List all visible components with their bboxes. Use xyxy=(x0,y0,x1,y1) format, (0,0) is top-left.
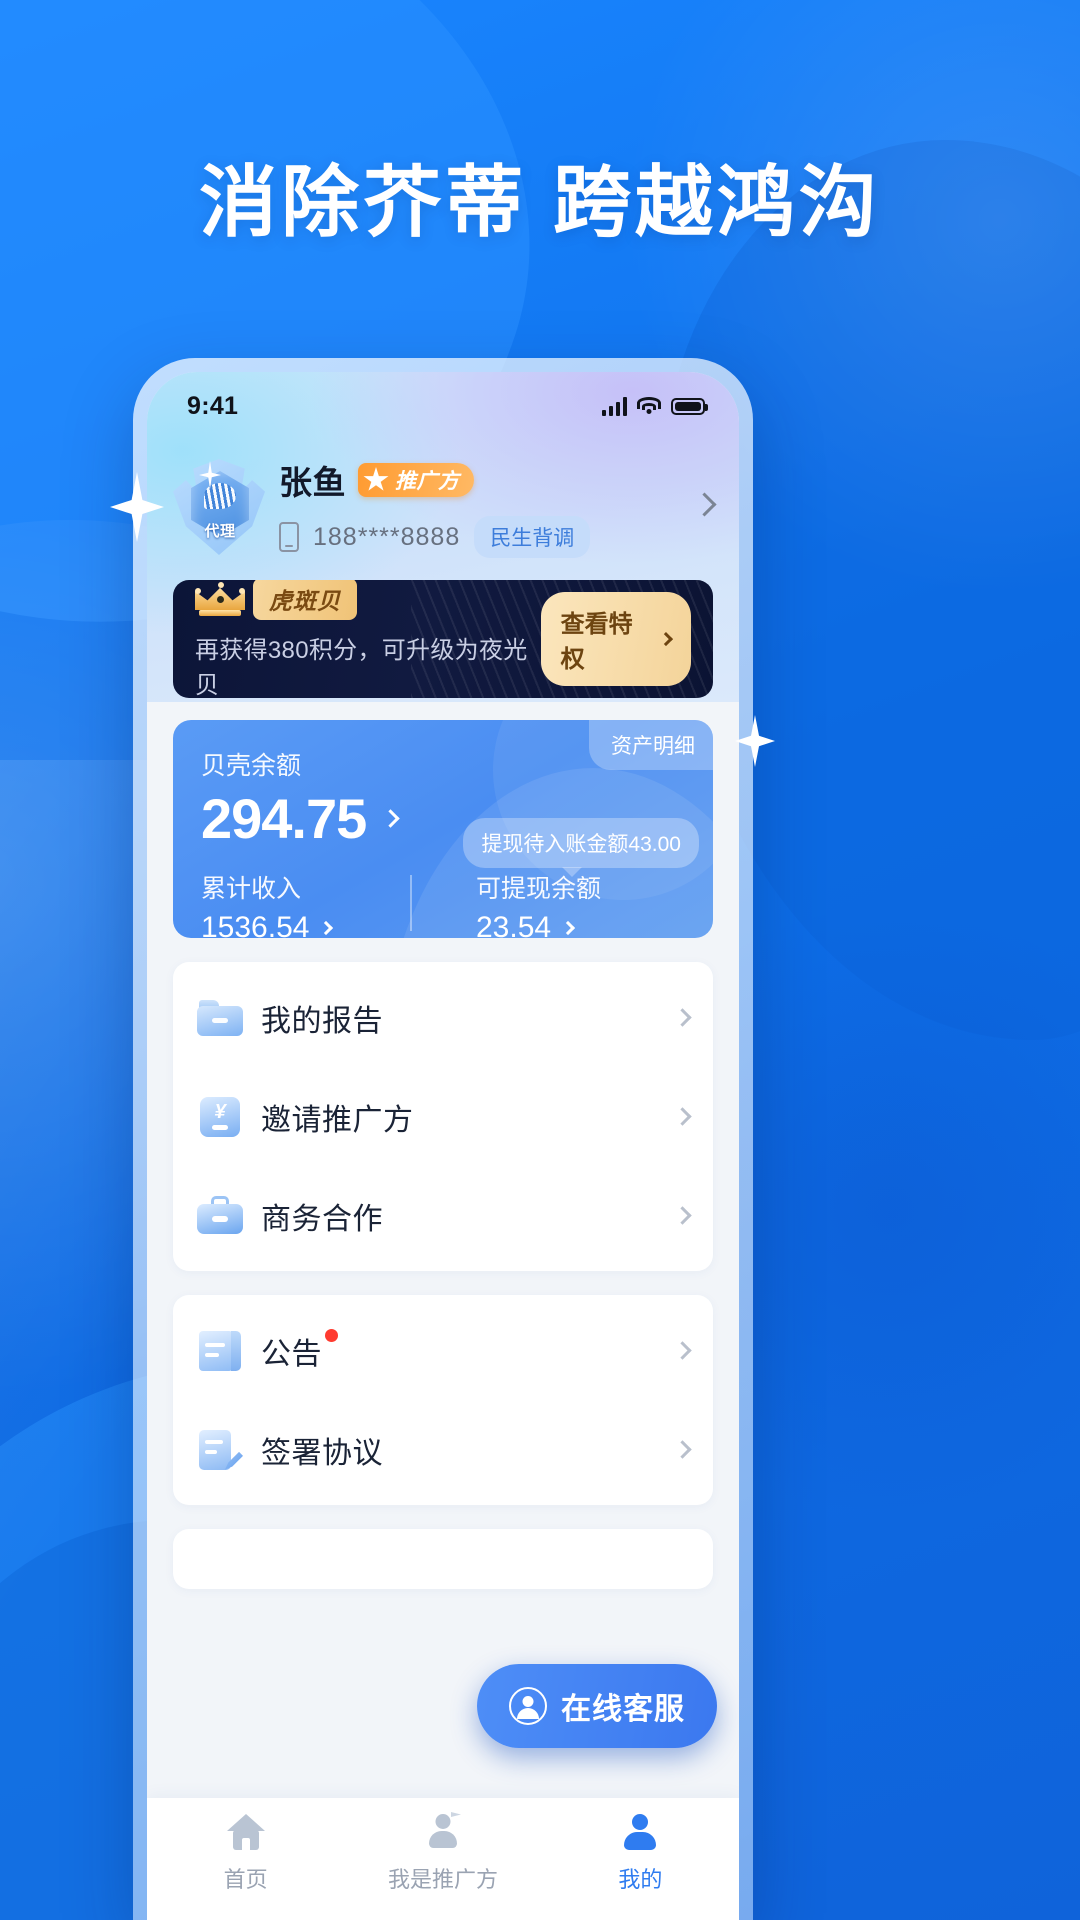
menu-item-business-cooperation[interactable]: 商务合作 xyxy=(197,1166,692,1265)
menu-item-text: 公告 xyxy=(261,1337,322,1371)
profile-row[interactable]: 代理 张鱼 推广方 188****8888 民生背调 xyxy=(147,434,739,558)
total-income-value: 1536.54 xyxy=(201,911,310,938)
avatar[interactable]: 代理 xyxy=(173,459,265,555)
wifi-icon xyxy=(637,396,661,416)
unread-badge-dot xyxy=(325,1328,338,1342)
sparkle-icon-avatar xyxy=(199,461,221,489)
profile-contact-row: 188****8888 民生背调 xyxy=(279,516,692,558)
menu-card-tertiary-partial xyxy=(173,1529,713,1589)
vip-banner-content: 虎斑贝 再获得380积分，可升级为夜光贝 xyxy=(195,580,541,698)
menu-item-announcement[interactable]: 公告 xyxy=(197,1301,692,1400)
balance-columns: 累计收入 1536.54 可提现余额 23.54 xyxy=(201,869,685,938)
profile-chevron-right-icon[interactable] xyxy=(692,492,717,518)
chevron-right-icon xyxy=(659,632,674,646)
asset-detail-button[interactable]: 资产明细 xyxy=(589,720,713,770)
tab-label: 我是推广方 xyxy=(387,1867,498,1892)
chevron-right-icon xyxy=(673,1008,692,1027)
tab-label: 我的 xyxy=(618,1867,663,1892)
avatar-agent-label: 代理 xyxy=(204,523,236,540)
chevron-right-icon xyxy=(673,1341,692,1360)
chevron-right-icon xyxy=(673,1440,692,1459)
view-privileges-label: 查看特权 xyxy=(560,611,633,673)
tab-promoter[interactable]: 我是推广方 xyxy=(344,1812,541,1894)
chevron-right-icon xyxy=(561,920,576,936)
signal-bars-icon xyxy=(602,396,627,416)
vip-upgrade-hint: 再获得380积分，可升级为夜光贝 xyxy=(195,637,528,698)
promoter-badge-label: 推广方 xyxy=(395,470,460,493)
withdrawable-column[interactable]: 可提现余额 23.54 xyxy=(412,869,685,938)
menu-item-my-reports[interactable]: 我的报告 xyxy=(197,968,692,1067)
vip-banner[interactable]: 虎斑贝 再获得380积分，可升级为夜光贝 查看特权 xyxy=(173,580,713,698)
star-icon xyxy=(363,467,389,491)
profile-name-row: 张鱼 推广方 xyxy=(279,456,692,504)
menu-item-label: 邀请推广方 xyxy=(261,1103,414,1137)
poster-headline: 消除芥蒂 跨越鸿沟 xyxy=(199,158,881,246)
menu-card-secondary: 公告 签署协议 xyxy=(173,1295,713,1505)
vip-tier-row: 虎斑贝 xyxy=(195,580,541,620)
total-income-value-row: 1536.54 xyxy=(201,911,410,938)
view-privileges-button[interactable]: 查看特权 xyxy=(540,592,691,686)
phone-mockup: 9:41 代理 张鱼 推广方 188****8888 民生背调 虎斑贝 再获得3… xyxy=(133,358,753,1920)
home-icon xyxy=(224,1812,268,1854)
menu-item-invite-promoter[interactable]: ¥ 邀请推广方 xyxy=(197,1067,692,1166)
headset-agent-icon xyxy=(509,1687,547,1725)
invite-yen-icon: ¥ xyxy=(197,1095,243,1139)
menu-item-label: 商务合作 xyxy=(261,1202,383,1236)
vip-tier-label: 虎斑贝 xyxy=(253,580,357,620)
sign-agreement-icon xyxy=(197,1428,243,1472)
organization-tag: 民生背调 xyxy=(474,516,591,558)
status-bar-time: 9:41 xyxy=(187,391,239,420)
chevron-right-icon xyxy=(673,1206,692,1225)
total-income-column[interactable]: 累计收入 1536.54 xyxy=(201,869,410,938)
tab-mine[interactable]: 我的 xyxy=(542,1812,739,1894)
briefcase-icon xyxy=(197,1194,243,1238)
customer-service-label: 在线客服 xyxy=(561,1693,685,1726)
user-phone-number: 188****8888 xyxy=(313,522,461,551)
promoter-badge: 推广方 xyxy=(358,463,474,497)
announcement-icon xyxy=(197,1329,243,1373)
balance-card: 资产明细 贝壳余额 294.75 提现待入账金额43.00 累计收入 1536.… xyxy=(173,720,713,938)
sparkle-icon-right xyxy=(735,715,775,767)
menu-item-label: 签署协议 xyxy=(261,1436,383,1470)
chevron-right-icon xyxy=(319,920,334,936)
profile-info: 张鱼 推广方 188****8888 民生背调 xyxy=(271,456,692,558)
balance-amount: 294.75 xyxy=(201,787,367,850)
phone-screen: 9:41 代理 张鱼 推广方 188****8888 民生背调 虎斑贝 再获得3… xyxy=(147,372,739,1920)
user-name: 张鱼 xyxy=(279,464,346,501)
menu-item-label: 公告 xyxy=(261,1328,338,1373)
tab-home[interactable]: 首页 xyxy=(147,1812,344,1894)
bottom-tab-bar: 首页 我是推广方 我的 xyxy=(147,1798,739,1920)
status-bar: 9:41 xyxy=(147,372,739,434)
menu-item-sign-agreement[interactable]: 签署协议 xyxy=(197,1400,692,1499)
menu-item-label: 我的报告 xyxy=(261,1004,383,1038)
profile-person-icon xyxy=(618,1812,662,1854)
crown-icon xyxy=(195,582,245,616)
folder-icon xyxy=(197,996,243,1040)
withdrawable-value-row: 23.54 xyxy=(476,911,685,938)
online-customer-service-button[interactable]: 在线客服 xyxy=(477,1664,717,1748)
tab-label: 首页 xyxy=(223,1867,268,1892)
mobile-phone-icon xyxy=(279,522,299,552)
sparkle-icon-left xyxy=(110,472,164,542)
chevron-right-icon xyxy=(673,1107,692,1126)
withdrawable-value: 23.54 xyxy=(476,911,552,938)
battery-icon xyxy=(671,397,708,415)
status-bar-indicators xyxy=(602,396,708,416)
pending-withdrawal-tooltip: 提现待入账金额43.00 xyxy=(463,818,699,877)
total-income-label: 累计收入 xyxy=(201,875,302,903)
balance-chevron-right-icon xyxy=(381,809,400,828)
menu-card-primary: 我的报告 ¥ 邀请推广方 商务合作 xyxy=(173,962,713,1271)
promoter-person-icon xyxy=(421,1812,465,1854)
